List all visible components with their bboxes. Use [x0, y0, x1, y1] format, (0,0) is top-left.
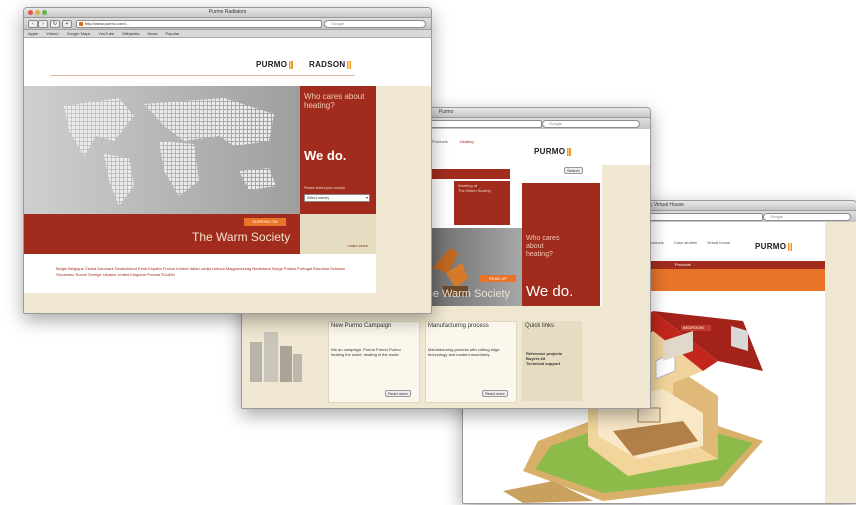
favicon-icon — [79, 22, 83, 26]
bookmark-item[interactable]: YouTube — [98, 30, 114, 37]
quick-links-list: Reference projects Buyers kit Technical … — [526, 351, 562, 366]
country-select[interactable]: Select country ▾ — [304, 194, 370, 202]
address-bar[interactable]: http://www.purmo.com/... — [76, 20, 322, 28]
purmo-logo: PURMO — [534, 147, 573, 156]
flame-icon — [347, 60, 353, 69]
logo-text: PURMO — [256, 60, 288, 69]
search-placeholder: Google — [549, 121, 562, 126]
warm-society-band: SURFING ON The Warm Society — [24, 214, 300, 254]
card-manufacturing-title[interactable]: Manufacturing process — [428, 323, 489, 329]
hero-question: Who cares about heating? — [526, 235, 560, 258]
radson-logo: RADSON — [309, 60, 353, 69]
bookmark-item[interactable]: Google Maps — [67, 30, 91, 37]
nav-item-heating[interactable]: Heating — [460, 139, 474, 144]
quick-link-support[interactable]: Technical support — [526, 361, 562, 366]
logo-text: PURMO — [534, 147, 566, 156]
nav-tab-right[interactable] — [456, 169, 508, 177]
bookmark-item[interactable]: News — [147, 30, 157, 37]
browser-toolbar: ‹ › ↻ + http://www.purmo.com/... Google — [24, 18, 431, 30]
bookmark-item[interactable]: Yahoo! — [46, 30, 58, 37]
logo-text: RADSON — [309, 60, 346, 69]
bookmark-item[interactable]: Apple — [28, 30, 38, 37]
country-select-label: Please select your country — [304, 186, 346, 190]
search-field[interactable]: Google — [542, 120, 640, 128]
band-side-panel: Learn more — [300, 214, 376, 254]
bookmark-item[interactable]: Popular — [166, 30, 180, 37]
country-select-value: Select country — [307, 196, 330, 200]
world-map-image — [64, 98, 276, 206]
submenu-box: Working at The Warm Society — [454, 181, 510, 225]
bookmarks-bar: Apple Yahoo! Google Maps YouTube Wikiped… — [24, 30, 431, 38]
window-title: Purmo Radiators — [208, 9, 247, 15]
forward-button[interactable]: › — [38, 20, 48, 28]
top-nav: Products Heating — [432, 139, 474, 144]
flame-icon — [567, 147, 573, 156]
hero-answer: We do. — [304, 148, 347, 163]
band-title: The Warm Society — [420, 288, 511, 300]
bookmark-item[interactable]: Wikipedia — [122, 30, 139, 37]
header-divider — [50, 75, 355, 76]
card-manufacturing-text: Manufacturing process with cutting edge … — [428, 347, 500, 357]
purmo-logo: PURMO — [256, 60, 295, 69]
flame-icon — [289, 60, 295, 69]
footer-strip — [24, 293, 431, 313]
card-manufacturing-button[interactable]: Read more — [482, 390, 508, 397]
card-campaign-button[interactable]: Read more — [385, 390, 411, 397]
hero-answer: We do. — [526, 283, 574, 300]
address-text: http://www.purmo.com/... — [85, 21, 130, 26]
search-field[interactable]: Google — [324, 20, 426, 28]
chevron-down-icon: ▾ — [365, 195, 368, 200]
card-campaign-text: We do campaign. Purmo Purmo Purmo heatin… — [331, 347, 401, 357]
add-bookmark-button[interactable]: + — [62, 20, 72, 28]
room-label[interactable]: BEDROOM — [683, 325, 704, 330]
card-campaign: New Purmo Campaign We do campaign. Purmo… — [328, 321, 420, 403]
buildings-thumbnail — [250, 332, 302, 382]
nav-item-products[interactable]: Products — [432, 139, 448, 144]
quick-links-title: Quick links — [525, 323, 555, 329]
search-placeholder: Google — [331, 21, 344, 26]
hero-headline-panel: Who cares about heating? We do. Please s… — [300, 86, 376, 214]
learn-more-link[interactable]: Learn more — [348, 243, 368, 248]
band-badge[interactable]: READ UP — [480, 275, 516, 282]
band-badge[interactable]: SURFING ON — [244, 218, 286, 226]
search-button[interactable]: Search — [564, 167, 583, 174]
hero-headline-panel: Who cares about heating? We do. — [522, 183, 600, 306]
card-manufacturing: Manufacturing process Manufacturing proc… — [425, 321, 517, 403]
submenu-link-warm-society[interactable]: The Warm Society — [458, 188, 506, 193]
browser-window-landing: Purmo Radiators ‹ › ↻ + http://www.purmo… — [23, 7, 432, 314]
title-bar: Purmo Radiators — [24, 8, 431, 18]
band-title: The Warm Society — [192, 230, 291, 244]
country-links[interactable]: Belgie Belgique Česká Danmark Deutschlan… — [56, 266, 356, 278]
world-map-hero — [24, 86, 300, 214]
reload-button[interactable]: ↻ — [50, 20, 60, 28]
card-campaign-title[interactable]: New Purmo Campaign — [331, 323, 391, 329]
quick-links-panel: Quick links Reference projects Buyers ki… — [522, 321, 582, 401]
page-body: PURMO RADSON Who cares about heating? We… — [24, 38, 431, 313]
right-cream-panel — [602, 165, 650, 408]
back-button[interactable]: ‹ — [28, 20, 38, 28]
right-cream-panel — [376, 86, 431, 313]
hero-question: Who cares about heating? — [304, 92, 365, 110]
